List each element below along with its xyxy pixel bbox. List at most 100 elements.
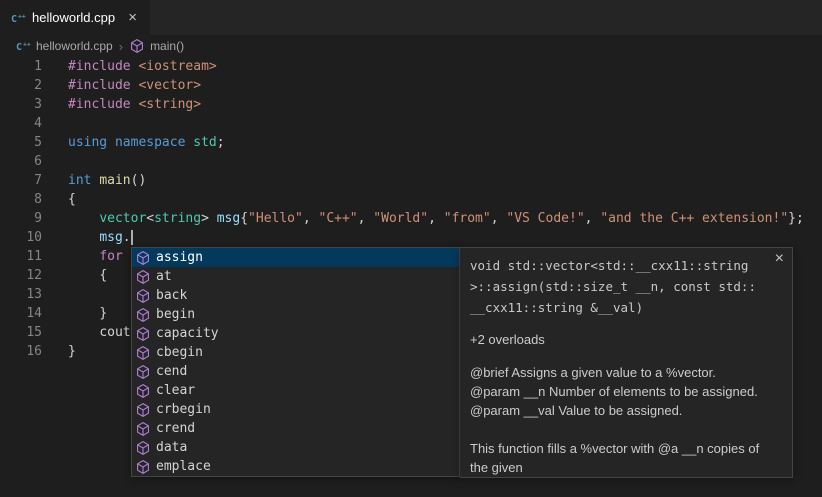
- line-content: [42, 114, 68, 133]
- line-content: int main(): [42, 171, 146, 190]
- svg-text:C: C: [11, 14, 17, 25]
- suggest-item-clear[interactable]: clear: [132, 381, 459, 400]
- symbol-method-icon: [135, 250, 151, 266]
- svg-text:C: C: [16, 42, 22, 53]
- symbol-method-icon: [135, 402, 151, 418]
- code-line[interactable]: 8{: [0, 190, 822, 209]
- symbol-method-icon: [135, 383, 151, 399]
- code-line[interactable]: 2#include <vector>: [0, 76, 822, 95]
- line-number: 5: [0, 133, 42, 152]
- line-content: for: [42, 247, 123, 266]
- line-content: using namespace std;: [42, 133, 225, 152]
- suggest-item-capacity[interactable]: capacity: [132, 324, 459, 343]
- docs-body-line: @brief Assigns a given value to a %vecto…: [470, 363, 782, 382]
- line-number: 16: [0, 342, 42, 361]
- suggest-item-cend[interactable]: cend: [132, 362, 459, 381]
- close-icon[interactable]: ×: [775, 251, 784, 267]
- suggest-item-label: back: [156, 288, 187, 303]
- symbol-method-icon: [129, 38, 145, 54]
- docs-body-line: [470, 420, 782, 439]
- line-number: 7: [0, 171, 42, 190]
- close-icon[interactable]: ×: [125, 9, 140, 26]
- tab-bar: C++ helloworld.cpp ×: [0, 0, 822, 35]
- line-content: vector<string> msg{"Hello", "C++", "Worl…: [42, 209, 804, 228]
- tab-title: helloworld.cpp: [32, 10, 115, 25]
- suggest-item-label: cbegin: [156, 345, 203, 360]
- suggest-item-label: assign: [156, 250, 203, 265]
- suggest-item-at[interactable]: at: [132, 267, 459, 286]
- suggest-item-assign[interactable]: assign: [132, 248, 459, 267]
- line-number: 11: [0, 247, 42, 266]
- suggest-item-begin[interactable]: begin: [132, 305, 459, 324]
- tab-helloworld-cpp[interactable]: C++ helloworld.cpp ×: [0, 0, 150, 35]
- line-number: 2: [0, 76, 42, 95]
- docs-body-line: This function fills a %vector with @a __…: [470, 439, 782, 458]
- suggest-item-label: cend: [156, 364, 187, 379]
- line-number: 4: [0, 114, 42, 133]
- suggest-list[interactable]: assign at back begin capacity cbegin cend clear…: [131, 247, 460, 477]
- docs-signature-line: void std::vector<std::__cxx11::string: [470, 255, 782, 276]
- suggest-item-crend[interactable]: crend: [132, 419, 459, 438]
- symbol-method-icon: [135, 288, 151, 304]
- docs-body: @brief Assigns a given value to a %vecto…: [470, 363, 782, 477]
- breadcrumb-symbol[interactable]: main(): [150, 39, 184, 53]
- line-content: [42, 285, 68, 304]
- text-cursor: [131, 230, 133, 245]
- code-line[interactable]: 9 vector<string> msg{"Hello", "C++", "Wo…: [0, 209, 822, 228]
- line-content: }: [42, 342, 76, 361]
- line-number: 13: [0, 285, 42, 304]
- suggest-item-data[interactable]: data: [132, 438, 459, 457]
- line-number: 15: [0, 323, 42, 342]
- suggest-item-emplace[interactable]: emplace: [132, 457, 459, 476]
- line-number: 9: [0, 209, 42, 228]
- line-content: #include <string>: [42, 95, 201, 114]
- line-content: {: [42, 266, 107, 285]
- symbol-method-icon: [135, 326, 151, 342]
- line-number: 8: [0, 190, 42, 209]
- suggest-docs-panel: × void std::vector<std::__cxx11::string>…: [460, 247, 793, 478]
- docs-body-line: @param __n Number of elements to be assi…: [470, 382, 782, 401]
- code-line[interactable]: 4: [0, 114, 822, 133]
- suggest-item-label: begin: [156, 307, 195, 322]
- code-line[interactable]: 3#include <string>: [0, 95, 822, 114]
- symbol-method-icon: [135, 307, 151, 323]
- svg-text:++: ++: [23, 41, 31, 49]
- docs-overloads[interactable]: +2 overloads: [470, 332, 782, 347]
- line-content: #include <iostream>: [42, 57, 217, 76]
- symbol-method-icon: [135, 269, 151, 285]
- docs-body-line: the given: [470, 458, 782, 477]
- suggest-item-back[interactable]: back: [132, 286, 459, 305]
- code-line[interactable]: 10 msg.: [0, 228, 822, 247]
- suggest-item-label: capacity: [156, 326, 219, 341]
- line-content: [42, 152, 68, 171]
- line-number: 1: [0, 57, 42, 76]
- line-content: msg.: [42, 228, 133, 247]
- suggest-item-label: at: [156, 269, 172, 284]
- code-line[interactable]: 6: [0, 152, 822, 171]
- suggest-item-crbegin[interactable]: crbegin: [132, 400, 459, 419]
- suggest-item-label: clear: [156, 383, 195, 398]
- suggest-item-label: data: [156, 440, 187, 455]
- docs-signature-line: >::assign(std::size_t __n, const std::: [470, 276, 782, 297]
- line-number: 6: [0, 152, 42, 171]
- line-content: }: [42, 304, 107, 323]
- breadcrumb-file[interactable]: helloworld.cpp: [36, 39, 113, 53]
- suggest-item-label: crend: [156, 421, 195, 436]
- line-content: cout: [42, 323, 131, 342]
- code-line[interactable]: 5using namespace std;: [0, 133, 822, 152]
- docs-signature: void std::vector<std::__cxx11::string>::…: [470, 255, 782, 318]
- symbol-method-icon: [135, 364, 151, 380]
- code-line[interactable]: 7int main(): [0, 171, 822, 190]
- code-line[interactable]: 1#include <iostream>: [0, 57, 822, 76]
- symbol-method-icon: [135, 345, 151, 361]
- chevron-right-icon: ›: [119, 39, 123, 54]
- svg-text:++: ++: [18, 12, 26, 20]
- breadcrumb: C++ helloworld.cpp › main(): [0, 35, 822, 57]
- line-number: 14: [0, 304, 42, 323]
- suggest-item-label: crbegin: [156, 402, 211, 417]
- docs-body-line: @param __val Value to be assigned.: [470, 401, 782, 420]
- suggest-item-cbegin[interactable]: cbegin: [132, 343, 459, 362]
- symbol-method-icon: [135, 421, 151, 437]
- cpp-file-icon: C++: [15, 38, 31, 54]
- line-number: 3: [0, 95, 42, 114]
